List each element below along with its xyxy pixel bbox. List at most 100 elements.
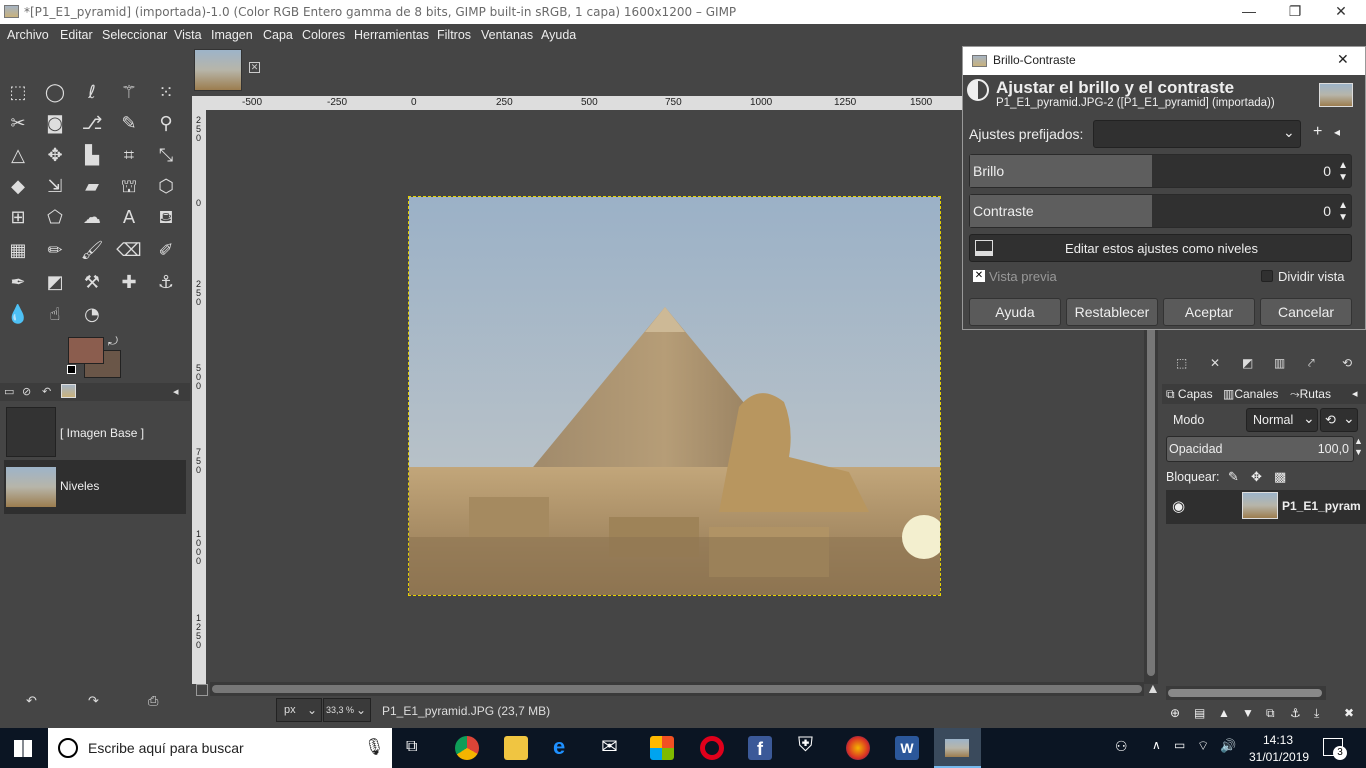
foreground-select-icon[interactable]: ◙ bbox=[40, 109, 70, 139]
layers-scroll-thumb[interactable] bbox=[1168, 689, 1322, 697]
scissors-icon[interactable]: ✂ bbox=[3, 109, 33, 139]
menu-editar[interactable]: Editar bbox=[60, 28, 93, 42]
eraser-icon[interactable]: ⌫ bbox=[114, 236, 144, 266]
search-box[interactable]: Escribe aquí para buscar 🎙 bbox=[48, 728, 392, 768]
pattern-select-icon[interactable]: ✕ bbox=[1210, 356, 1220, 370]
app-icon[interactable] bbox=[846, 736, 870, 760]
lock-position-icon[interactable]: ✥ bbox=[1251, 469, 1262, 485]
chrome-icon[interactable] bbox=[455, 736, 479, 760]
clock-time[interactable]: 14:13 bbox=[1263, 733, 1293, 747]
smudge-icon[interactable]: ☝ bbox=[40, 300, 70, 330]
list-item[interactable]: Niveles bbox=[4, 460, 186, 514]
unified-transform-icon[interactable]: ⤡ bbox=[151, 141, 181, 171]
unit-select[interactable]: px ⌄ bbox=[276, 698, 322, 722]
align-icon[interactable]: ▙ bbox=[77, 141, 107, 171]
panel-menu-icon[interactable]: ◂ bbox=[1352, 387, 1358, 400]
wifi-icon[interactable]: ⌔ bbox=[1197, 738, 1209, 754]
delete-layer-icon[interactable]: ✖ bbox=[1344, 706, 1354, 720]
anchor-layer-icon[interactable]: ⚓ bbox=[1290, 706, 1301, 720]
notifications-icon[interactable]: 3 bbox=[1323, 738, 1347, 760]
clone-icon[interactable]: ⚒ bbox=[77, 268, 107, 298]
edit-brush-icon[interactable]: ◩ bbox=[1242, 356, 1253, 370]
horizontal-scrollbar[interactable] bbox=[210, 682, 1144, 696]
menu-filtros[interactable]: Filtros bbox=[437, 28, 471, 42]
foreground-color-swatch[interactable] bbox=[68, 337, 104, 364]
increment-icon[interactable]: ▲ bbox=[1338, 161, 1348, 171]
facebook-icon[interactable]: f bbox=[748, 736, 772, 760]
dialog-close-button[interactable]: ✕ bbox=[1337, 51, 1349, 68]
people-icon[interactable]: ⚇ bbox=[1115, 738, 1128, 755]
menu-ayuda[interactable]: Ayuda bbox=[541, 28, 576, 42]
clear-history-icon[interactable]: ⎙ bbox=[148, 693, 158, 709]
ellipse-select-icon[interactable]: ◯ bbox=[40, 78, 70, 108]
store-icon[interactable] bbox=[650, 736, 674, 760]
tab-layers[interactable]: ⧉ Capas bbox=[1166, 387, 1213, 402]
brush-select-icon[interactable]: ⬚ bbox=[1176, 356, 1187, 370]
add-preset-icon[interactable]: + bbox=[1313, 123, 1322, 141]
help-button[interactable]: Ayuda bbox=[969, 298, 1061, 326]
menu-ventanas[interactable]: Ventanas bbox=[481, 28, 533, 42]
menu-seleccionar[interactable]: Seleccionar bbox=[102, 28, 167, 42]
free-select-icon[interactable]: ℓ bbox=[77, 78, 107, 108]
reset-button[interactable]: Restablecer bbox=[1066, 298, 1158, 326]
windows-start-icon[interactable] bbox=[14, 740, 32, 757]
zoom-icon[interactable]: ⚲ bbox=[151, 109, 181, 139]
fuzzy-select-icon[interactable]: ⚚ bbox=[114, 78, 144, 108]
decrement-icon[interactable]: ▼ bbox=[1338, 213, 1348, 223]
menu-imagen[interactable]: Imagen bbox=[211, 28, 253, 42]
duplicate-brush-icon[interactable]: ▥ bbox=[1274, 356, 1285, 370]
zoom-select[interactable]: 33,3 % ⌄ bbox=[323, 698, 371, 722]
mail-icon[interactable]: ✉ bbox=[601, 734, 618, 759]
opacity-spin-arrows[interactable]: ▲ ▼ bbox=[1354, 436, 1363, 458]
images-tab-icon[interactable] bbox=[61, 384, 76, 398]
tool-options-tab-icon[interactable]: ▭ bbox=[4, 385, 14, 398]
warp-icon[interactable]: ⊞ bbox=[3, 203, 33, 233]
move-icon[interactable]: ✥ bbox=[40, 141, 70, 171]
image-tab-thumbnail[interactable] bbox=[194, 49, 242, 91]
merge-down-icon[interactable]: ⤓ bbox=[1314, 706, 1319, 721]
increment-icon[interactable]: ▲ bbox=[1338, 201, 1348, 211]
rotate-icon[interactable]: ◆ bbox=[3, 172, 33, 202]
gradient-icon[interactable]: ▦ bbox=[3, 236, 33, 266]
flip-icon[interactable]: ⛫ bbox=[114, 172, 144, 202]
preset-menu-icon[interactable]: ◂ bbox=[1334, 125, 1340, 139]
undo-icon[interactable]: ↶ bbox=[26, 693, 37, 709]
shield-icon[interactable]: ⛨ bbox=[798, 734, 813, 757]
opera-icon[interactable] bbox=[700, 736, 724, 760]
minimize-button[interactable]: — bbox=[1226, 0, 1272, 24]
clock-date[interactable]: 31/01/2019 bbox=[1249, 750, 1309, 764]
contrast-spin-scale[interactable]: Contraste 0 ▲ ▼ bbox=[969, 194, 1352, 228]
mypaint-icon[interactable]: ◩ bbox=[40, 268, 70, 298]
swap-colors-icon[interactable]: ⤾ bbox=[108, 334, 118, 349]
microphone-icon[interactable]: 🎙 bbox=[364, 737, 384, 757]
airbrush-icon[interactable]: ✐ bbox=[151, 236, 181, 266]
redo-icon[interactable]: ↷ bbox=[88, 693, 99, 709]
lock-alpha-icon[interactable]: ▩ bbox=[1274, 469, 1286, 485]
battery-icon[interactable]: ▭ bbox=[1174, 738, 1185, 752]
opacity-spin-scale[interactable]: Opacidad 100,0 bbox=[1166, 436, 1354, 462]
word-icon[interactable]: W bbox=[895, 736, 919, 760]
lock-pixels-icon[interactable]: ✎ bbox=[1228, 469, 1239, 485]
decrement-icon[interactable]: ▼ bbox=[1338, 173, 1348, 183]
tab-paths[interactable]: ⤳Rutas bbox=[1290, 387, 1331, 402]
perspective-icon[interactable]: ⬡ bbox=[151, 172, 181, 202]
file-explorer-icon[interactable] bbox=[504, 736, 528, 760]
menu-capa[interactable]: Capa bbox=[263, 28, 293, 42]
eye-icon[interactable]: ◉ bbox=[1172, 497, 1185, 515]
default-colors-icon[interactable] bbox=[67, 365, 76, 374]
layer-row[interactable]: ◉ P1_E1_pyram bbox=[1166, 490, 1366, 524]
delete-brush-icon[interactable]: ⤤ bbox=[1308, 356, 1315, 371]
perspective-clone-icon[interactable]: ⚓ bbox=[151, 268, 181, 298]
preview-checkbox[interactable]: ✕ bbox=[973, 270, 985, 282]
paths-icon[interactable]: ⎇ bbox=[77, 109, 107, 139]
canvas-image[interactable] bbox=[408, 196, 941, 596]
lower-layer-icon[interactable]: ▼ bbox=[1242, 706, 1254, 720]
menu-vista[interactable]: Vista bbox=[174, 28, 202, 42]
smudge-wave-icon[interactable]: ☁ bbox=[77, 203, 107, 233]
duplicate-layer-icon[interactable]: ⧉ bbox=[1266, 706, 1275, 721]
ink-icon[interactable]: ✒ bbox=[3, 268, 33, 298]
volume-icon[interactable]: 🔊 bbox=[1220, 738, 1236, 754]
maximize-button[interactable]: ❐ bbox=[1272, 0, 1318, 24]
new-layer-group-icon[interactable]: ▤ bbox=[1194, 706, 1205, 720]
mode-select[interactable]: Normal ⌄ bbox=[1246, 408, 1318, 432]
